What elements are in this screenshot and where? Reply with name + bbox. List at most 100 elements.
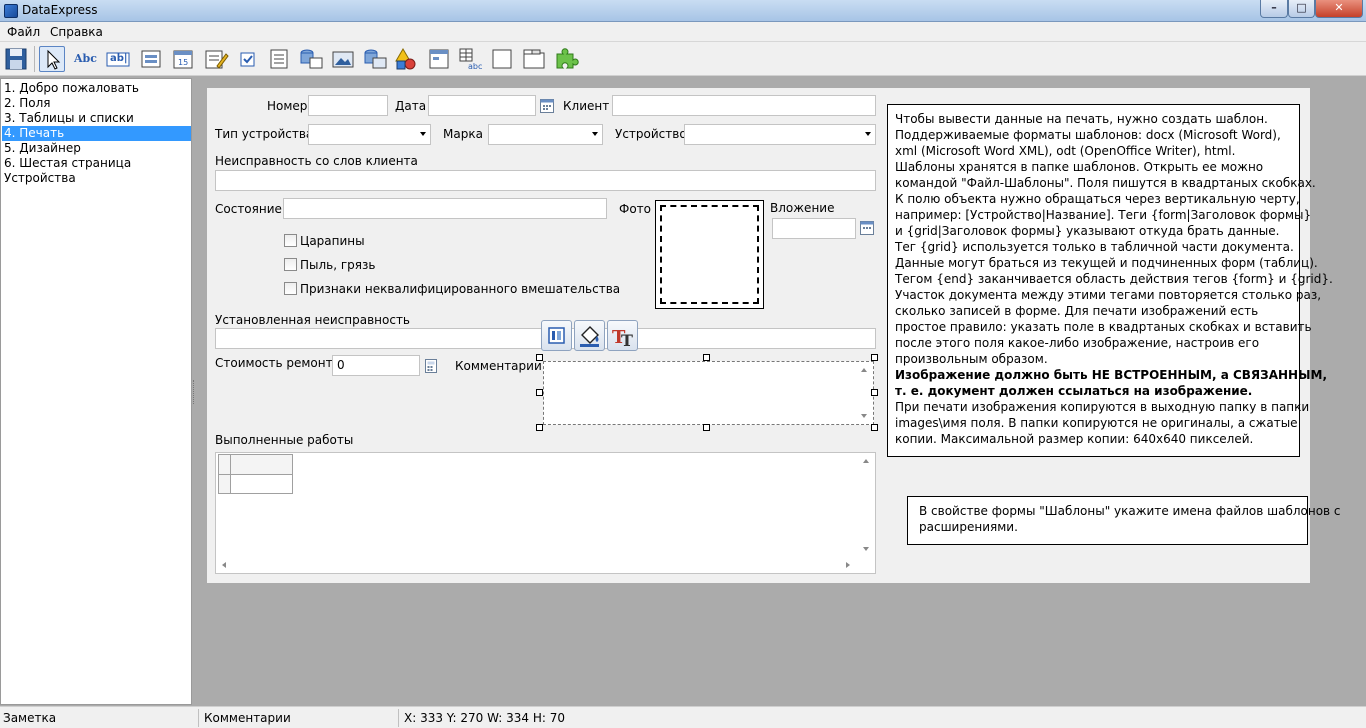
tree-item[interactable]: 6. Шестая страница	[2, 156, 191, 171]
shape-tool-button[interactable]	[393, 46, 419, 72]
status-bar: Заметка Комментарии X: 333 Y: 270 W: 334…	[0, 706, 1366, 728]
label-tool-button[interactable]: Abc	[72, 46, 98, 72]
tabs-tool-button[interactable]	[521, 46, 547, 72]
photo-label: Фото	[619, 202, 652, 216]
state-input[interactable]	[283, 198, 607, 219]
resize-handle[interactable]	[536, 424, 543, 431]
fill-color-button[interactable]	[574, 320, 605, 351]
form-tool-button[interactable]	[426, 46, 452, 72]
device-select[interactable]	[684, 124, 876, 145]
brand-label: Марка	[443, 127, 483, 141]
tree-item[interactable]: 1. Добро пожаловать	[2, 81, 191, 96]
resize-handle[interactable]	[536, 354, 543, 361]
scroll-up-icon	[861, 368, 867, 372]
page-tree[interactable]: 1. Добро пожаловать 2. Поля 3. Таблицы и…	[0, 78, 192, 705]
resize-handle[interactable]	[703, 354, 710, 361]
tree-item[interactable]: Устройства	[2, 171, 191, 186]
brand-select[interactable]	[488, 124, 603, 145]
chevron-down-icon	[865, 132, 871, 136]
app-icon	[4, 4, 18, 18]
tree-item[interactable]: 3. Таблицы и списки	[2, 111, 191, 126]
tree-item-selected[interactable]: 4. Печать	[2, 126, 191, 141]
note-line: Шаблоны хранятся в папке шаблонов. Откры…	[895, 160, 1264, 174]
minimize-button[interactable]: –	[1260, 0, 1288, 18]
list-icon	[270, 49, 288, 69]
note-bold-line: т. е. документ должен ссылаться на изобр…	[895, 384, 1253, 398]
attachment-label: Вложение	[770, 201, 835, 215]
scroll-left-icon[interactable]	[222, 562, 226, 568]
db-image-tool-button[interactable]	[362, 46, 388, 72]
chevron-down-icon	[420, 132, 426, 136]
print-help-note[interactable]: Чтобы вывести данные на печать, нужно со…	[887, 104, 1333, 457]
resize-handle[interactable]	[871, 389, 878, 396]
resize-handle[interactable]	[871, 354, 878, 361]
photo-box[interactable]	[655, 200, 764, 309]
cursor-arrow-icon	[47, 49, 61, 70]
tamper-checkbox[interactable]	[284, 282, 297, 295]
close-button[interactable]: ✕	[1315, 0, 1363, 18]
panel-tool-button[interactable]	[489, 46, 515, 72]
grid-cell[interactable]	[230, 474, 293, 494]
attachment-picker-button[interactable]	[860, 221, 874, 235]
attachment-input[interactable]	[772, 218, 856, 239]
date-picker-button[interactable]	[540, 99, 554, 113]
tree-item[interactable]: 5. Дизайнер	[2, 141, 191, 156]
templates-hint-note[interactable]: В свойстве формы "Шаблоны" укажите имена…	[907, 496, 1341, 545]
image-tool-button[interactable]	[330, 46, 356, 72]
comments-memo[interactable]	[543, 361, 874, 425]
tree-item[interactable]: 2. Поля	[2, 96, 191, 111]
menu-file[interactable]: Файл	[7, 25, 40, 39]
memo-tool-button[interactable]	[203, 46, 229, 72]
minimize-icon: –	[1271, 1, 1277, 14]
status-separator	[398, 709, 399, 727]
note-pencil-icon	[205, 50, 229, 69]
resize-handle[interactable]	[703, 424, 710, 431]
scroll-right-icon[interactable]	[846, 562, 850, 568]
properties-icon	[548, 327, 565, 344]
window-title: DataExpress	[22, 3, 98, 17]
pointer-tool-button[interactable]	[39, 46, 65, 72]
splitter-handle[interactable]	[193, 380, 196, 404]
save-button[interactable]	[3, 46, 29, 72]
checkbox-tool-button[interactable]	[235, 46, 261, 72]
resize-handle[interactable]	[536, 389, 543, 396]
list-tool-button[interactable]	[266, 46, 292, 72]
calculator-icon	[425, 359, 437, 373]
device-type-label: Тип устройства	[215, 127, 314, 141]
note-line: К полю объекта нужно обращаться через ве…	[895, 192, 1300, 206]
resize-handle[interactable]	[871, 424, 878, 431]
client-input[interactable]	[612, 95, 876, 116]
query-tool-button[interactable]: abc	[457, 46, 483, 72]
window-form-icon	[429, 49, 449, 69]
date-field-tool-button[interactable]: 15	[170, 46, 196, 72]
tamper-label: Признаки неквалифицированного вмешательс…	[300, 282, 621, 296]
repair-cost-input[interactable]: 0	[332, 355, 420, 376]
dust-checkbox[interactable]	[284, 258, 297, 271]
number-label: Номер	[267, 99, 308, 113]
comments-scrollbar[interactable]	[857, 364, 871, 422]
grid-vertical-scrollbar[interactable]	[859, 455, 873, 555]
text-field-tool-button[interactable]: ab|	[105, 46, 131, 72]
client-label: Клиент	[563, 99, 610, 113]
fault-client-input[interactable]	[215, 170, 876, 191]
db-grid-tool-button[interactable]	[298, 46, 324, 72]
maximize-button[interactable]: □	[1288, 0, 1315, 18]
label-tool-icon: Abc	[74, 52, 97, 65]
note-line: images\имя поля. В папки копируются не о…	[895, 416, 1298, 430]
font-button[interactable]: TT	[607, 320, 638, 351]
note-line: Поддерживаемые форматы шаблонов: docx (M…	[895, 128, 1281, 142]
device-type-select[interactable]	[308, 124, 431, 145]
menu-help[interactable]: Справка	[50, 25, 103, 39]
grid-header-cell[interactable]	[230, 454, 293, 475]
object-field-tool-button[interactable]	[138, 46, 164, 72]
properties-button[interactable]	[541, 320, 572, 351]
scratches-checkbox[interactable]	[284, 234, 297, 247]
works-grid[interactable]	[215, 452, 876, 574]
date-input[interactable]	[428, 95, 536, 116]
status-object-name: Комментарии	[204, 711, 291, 725]
number-input[interactable]	[308, 95, 388, 116]
calculator-button[interactable]	[424, 359, 438, 373]
note-line: сколько записей в форме. Для печати изоб…	[895, 304, 1259, 318]
tabs-icon	[523, 49, 545, 69]
plugin-tool-button[interactable]	[553, 46, 579, 72]
